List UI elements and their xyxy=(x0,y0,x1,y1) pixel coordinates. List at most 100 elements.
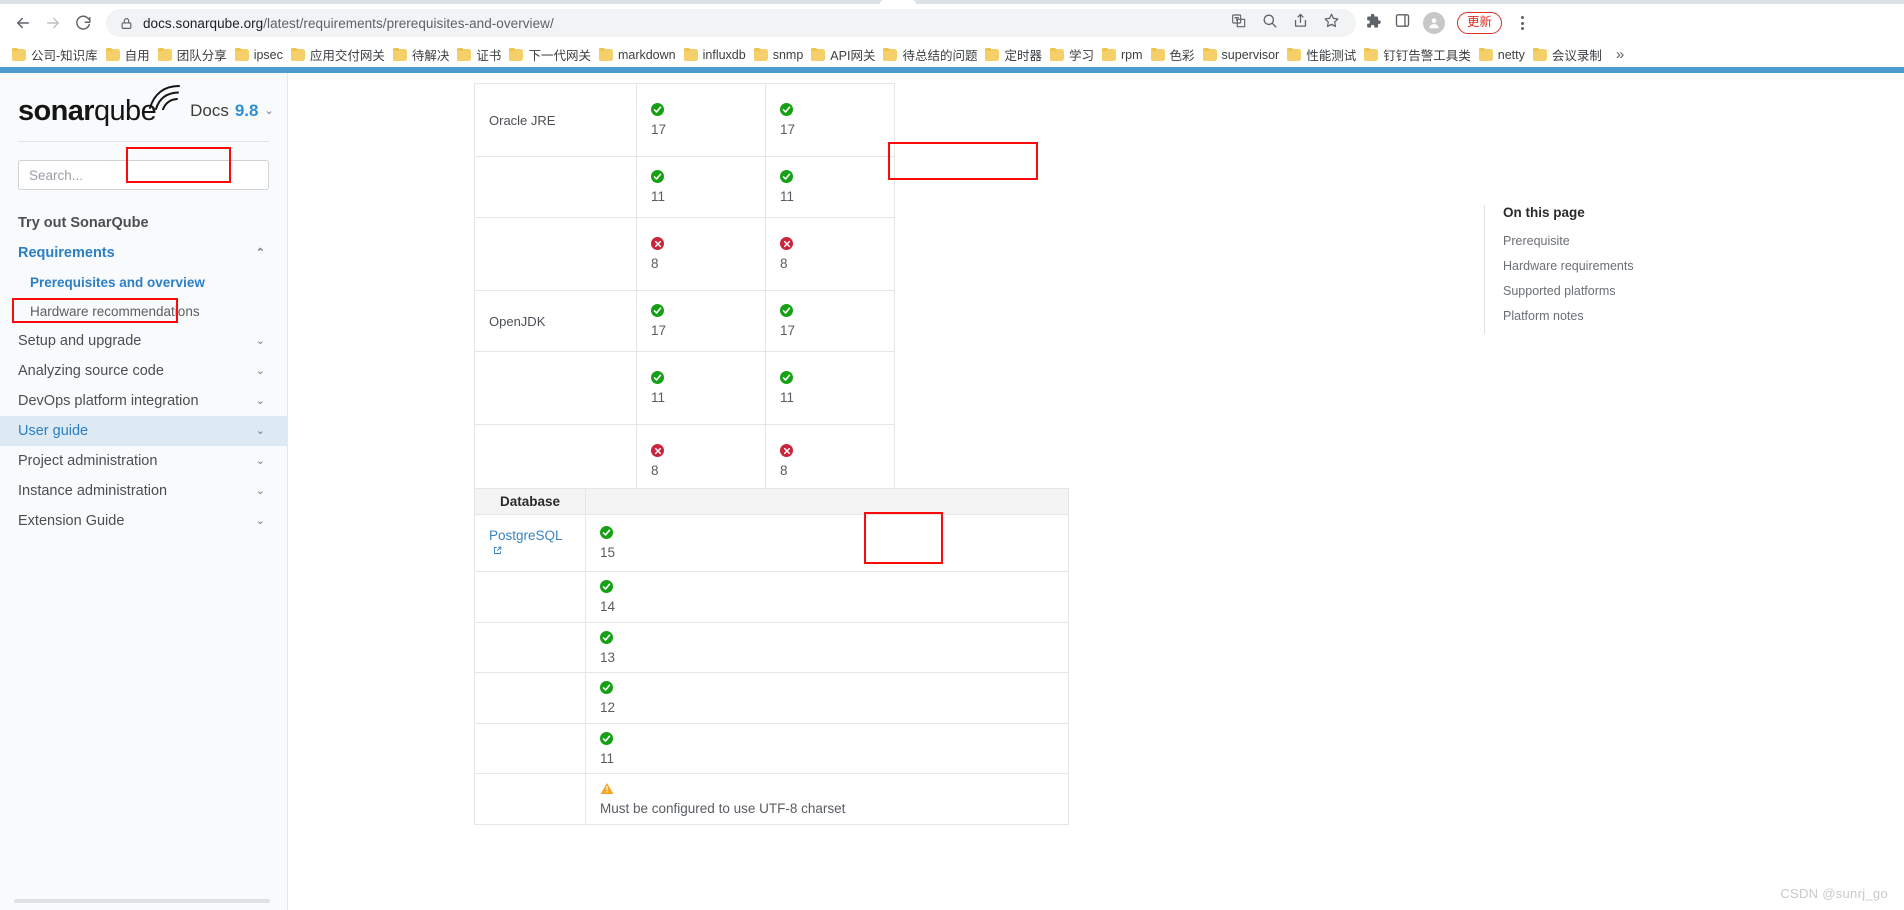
on-this-page-link[interactable]: Prerequisite xyxy=(1503,234,1704,248)
share-icon[interactable] xyxy=(1292,12,1309,34)
folder-icon xyxy=(392,48,407,61)
folder-icon xyxy=(1049,48,1064,61)
sidebar-item-setup-and-upgrade[interactable]: Setup and upgrade ⌄ xyxy=(0,326,287,356)
version-number: 11 xyxy=(780,390,795,406)
url-path: /latest/requirements/prerequisites-and-o… xyxy=(263,15,554,31)
bookmark-item[interactable]: 公司-知识库 xyxy=(10,43,104,66)
bookmark-item[interactable]: 待总结的问题 xyxy=(881,43,983,66)
bookmark-item[interactable]: 应用交付网关 xyxy=(289,43,391,66)
search-in-page-icon[interactable] xyxy=(1261,12,1278,34)
external-link-icon xyxy=(494,546,502,554)
back-icon[interactable] xyxy=(8,8,38,38)
translate-icon[interactable] xyxy=(1231,13,1247,34)
on-this-page-link[interactable]: Supported platforms xyxy=(1503,284,1704,298)
address-bar[interactable]: docs.sonarqube.org/latest/requirements/p… xyxy=(106,9,1356,37)
sidebar-item-try-out-sonarqube[interactable]: Try out SonarQube xyxy=(0,208,287,238)
sidebar-item-requirements[interactable]: Requirements ⌃ xyxy=(0,238,287,268)
bookmark-item[interactable]: 会议录制 xyxy=(1531,43,1608,66)
bookmark-item[interactable]: 团队分享 xyxy=(156,43,233,66)
sidebar-item-instance-administration[interactable]: Instance administration ⌄ xyxy=(0,476,287,506)
sonarqube-wave-icon xyxy=(148,84,182,118)
database-requirements-table: Database PostgreSQL 15 14 13 12 11 Must be con… xyxy=(474,488,1069,825)
docs-version-selector[interactable]: Docs 9.8 ⌄ xyxy=(190,101,274,121)
java-version-cell: 8 xyxy=(636,217,766,291)
logo-sonar-text: sonar xyxy=(18,94,95,127)
sidebar-item-project-administration[interactable]: Project administration ⌄ xyxy=(0,446,287,476)
sidebar-item-devops-platform-integration[interactable]: DevOps platform integration ⌄ xyxy=(0,386,287,416)
sidebar-item-extension-guide[interactable]: Extension Guide ⌄ xyxy=(0,506,287,536)
on-this-page-link[interactable]: Platform notes xyxy=(1503,309,1704,323)
bookmark-item[interactable]: 下一代网关 xyxy=(507,43,597,66)
sidebar-item-label: Instance administration xyxy=(18,483,168,499)
sidebar-item-prerequisites-and-overview[interactable]: Prerequisites and overview xyxy=(0,268,287,297)
docs-sidebar: sonar qube Docs 9.8 ⌄ Search... Try out S… xyxy=(0,73,288,910)
check-circle-icon xyxy=(600,681,613,694)
folder-icon xyxy=(753,48,768,61)
profile-avatar[interactable] xyxy=(1423,12,1445,34)
version-number: 14 xyxy=(600,599,616,614)
bookmark-label: 会议录制 xyxy=(1551,49,1602,63)
bookmark-item[interactable]: 自用 xyxy=(104,43,156,66)
chrome-menu-icon[interactable] xyxy=(1514,13,1530,33)
folder-icon xyxy=(290,48,305,61)
side-panel-icon[interactable] xyxy=(1394,12,1411,34)
folder-icon xyxy=(105,48,120,61)
sidebar-item-label: DevOps platform integration xyxy=(18,393,199,409)
bookmark-item[interactable]: supervisor xyxy=(1201,46,1286,64)
bookmark-label: rpm xyxy=(1121,47,1143,62)
bookmark-item[interactable]: 待解决 xyxy=(391,43,456,66)
table-row: 11 11 xyxy=(474,351,895,425)
sonarqube-logo[interactable]: sonar qube xyxy=(18,84,181,128)
bookmark-item[interactable]: 定时器 xyxy=(983,43,1048,66)
bookmark-item[interactable]: markdown xyxy=(597,46,682,64)
folder-icon xyxy=(598,48,613,61)
version-number: 17 xyxy=(780,323,796,339)
chevron-down-icon: ⌄ xyxy=(264,104,274,117)
postgresql-external-link[interactable]: PostgreSQL xyxy=(489,528,563,558)
browser-toolbar-right: 更新 xyxy=(1364,12,1540,35)
version-number: 11 xyxy=(780,189,795,205)
bookmark-item[interactable]: 色彩 xyxy=(1149,43,1201,66)
bookmark-item[interactable]: 钉钉告警工具类 xyxy=(1362,43,1477,66)
search-input[interactable]: Search... xyxy=(18,160,269,190)
check-circle-icon xyxy=(651,304,664,318)
navigation-toolbar: docs.sonarqube.org/latest/requirements/p… xyxy=(0,4,1904,42)
check-circle-icon xyxy=(780,304,793,318)
bookmark-label: 应用交付网关 xyxy=(309,49,385,63)
sidebar-horizontal-scrollbar[interactable] xyxy=(14,899,270,903)
sidebar-item-analyzing-source-code[interactable]: Analyzing source code ⌄ xyxy=(0,356,287,386)
db-note-text: Must be configured to use UTF-8 charset xyxy=(600,801,846,816)
reload-icon[interactable] xyxy=(68,8,98,38)
db-version-cell: Must be configured to use UTF-8 charset xyxy=(585,773,1069,825)
java-version-cell: 17 xyxy=(765,290,895,352)
bookmark-item[interactable]: 性能测试 xyxy=(1285,43,1362,66)
folder-icon xyxy=(457,48,472,61)
folder-icon xyxy=(985,48,1000,61)
folder-icon xyxy=(1532,48,1547,61)
bookmark-item[interactable]: ipsec xyxy=(233,46,289,64)
sidebar-item-user-guide[interactable]: User guide ⌄ xyxy=(0,416,287,446)
status-version-stack: 8 xyxy=(651,237,751,271)
db-version-cell: 12 xyxy=(585,672,1069,724)
bookmark-item[interactable]: API网关 xyxy=(809,43,881,66)
update-button[interactable]: 更新 xyxy=(1457,12,1503,34)
bookmark-item[interactable]: snmp xyxy=(752,46,810,64)
on-this-page-link[interactable]: Hardware requirements xyxy=(1503,259,1704,273)
extensions-icon[interactable] xyxy=(1364,12,1382,35)
omnibox-actions xyxy=(1231,12,1342,34)
bookmark-star-icon[interactable] xyxy=(1323,12,1340,34)
docs-version: 9.8 xyxy=(234,101,259,120)
status-version-stack: 13 xyxy=(600,630,1054,665)
version-number: 8 xyxy=(780,463,788,479)
bookmarks-overflow-icon[interactable]: » xyxy=(1610,46,1630,63)
bookmark-item[interactable]: netty xyxy=(1477,46,1531,64)
bookmark-item[interactable]: influxdb xyxy=(682,46,752,64)
forward-icon[interactable] xyxy=(38,8,68,38)
bookmark-item[interactable]: 证书 xyxy=(455,43,507,66)
chevron-down-icon: ⌄ xyxy=(255,364,265,377)
java-version-cell: 11 xyxy=(636,156,766,218)
sidebar-item-hardware-recommendations[interactable]: Hardware recommendations xyxy=(0,297,287,326)
table-row: PostgreSQL 15 xyxy=(474,514,1069,572)
bookmark-item[interactable]: 学习 xyxy=(1048,43,1100,66)
bookmark-item[interactable]: rpm xyxy=(1100,46,1149,64)
